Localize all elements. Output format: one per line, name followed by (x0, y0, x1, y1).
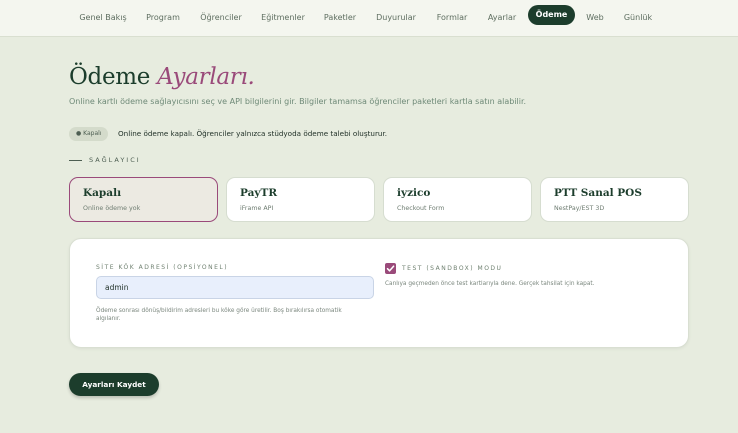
test-mode-checkbox[interactable] (385, 263, 396, 274)
page-title-accent: Ayarları. (157, 64, 255, 90)
provider-name: iyzico (397, 187, 431, 199)
nav-item-duyurular[interactable]: Duyurular (372, 9, 420, 26)
site-url-help: Ödeme sonrası dönüş/bildirim adresleri b… (96, 308, 342, 322)
checkmark-icon (386, 265, 395, 272)
provider-card-kapali[interactable]: Kapalı Online ödeme yok (69, 177, 218, 222)
provider-card-iyzico[interactable]: iyzico Checkout Form (383, 177, 532, 222)
section-label-text: SAĞLAYICI (89, 156, 141, 164)
nav-item-paketler[interactable]: Paketler (320, 9, 360, 26)
save-settings-button[interactable]: Ayarları Kaydet (69, 373, 159, 396)
provider-desc: NestPay/EST 3D (554, 205, 605, 212)
section-divider (69, 160, 82, 161)
provider-name: Kapalı (83, 187, 122, 199)
provider-desc: iFrame API (240, 205, 274, 212)
status-badge: ● Kapalı (69, 127, 109, 141)
site-url-input[interactable] (96, 276, 374, 299)
nav-item-web[interactable]: Web (583, 9, 607, 26)
nav-item-program[interactable]: Program (141, 9, 185, 26)
provider-card-paytr[interactable]: PayTR iFrame API (226, 177, 375, 222)
test-mode-label: TEST (SANDBOX) MODU (402, 265, 503, 272)
top-nav: Genel Bakış Program Öğrenciler Eğitmenle… (0, 0, 738, 37)
nav-item-gunluk[interactable]: Günlük (620, 9, 656, 26)
page-title: Ödeme Ayarları. (69, 64, 255, 90)
provider-name: PTT Sanal POS (554, 187, 642, 199)
provider-desc: Online ödeme yok (83, 205, 141, 212)
provider-desc: Checkout Form (397, 205, 445, 212)
nav-item-formlar[interactable]: Formlar (432, 9, 472, 26)
nav-item-egitmenler[interactable]: Eğitmenler (257, 9, 309, 26)
provider-name: PayTR (240, 187, 278, 199)
test-mode-help: Canlıya geçmeden önce test kartlarıyla d… (385, 281, 595, 287)
nav-item-genel-bakis[interactable]: Genel Bakış (75, 9, 131, 26)
settings-card: SİTE KÖK ADRESİ (OPSİYONEL) Ödeme sonras… (69, 238, 689, 348)
page-subtitle: Online kartlı ödeme sağlayıcısını seç ve… (69, 97, 527, 106)
nav-item-odeme[interactable]: Ödeme (528, 5, 575, 25)
status-text: Online ödeme kapalı. Öğrenciler yalnızca… (118, 129, 388, 138)
page-title-main: Ödeme (69, 64, 151, 90)
nav-item-ogrenciler[interactable]: Öğrenciler (196, 9, 246, 26)
nav-item-ayarlar[interactable]: Ayarlar (483, 9, 521, 26)
provider-card-ptt-sanal-pos[interactable]: PTT Sanal POS NestPay/EST 3D (540, 177, 689, 222)
site-url-label: SİTE KÖK ADRESİ (OPSİYONEL) (96, 264, 229, 271)
